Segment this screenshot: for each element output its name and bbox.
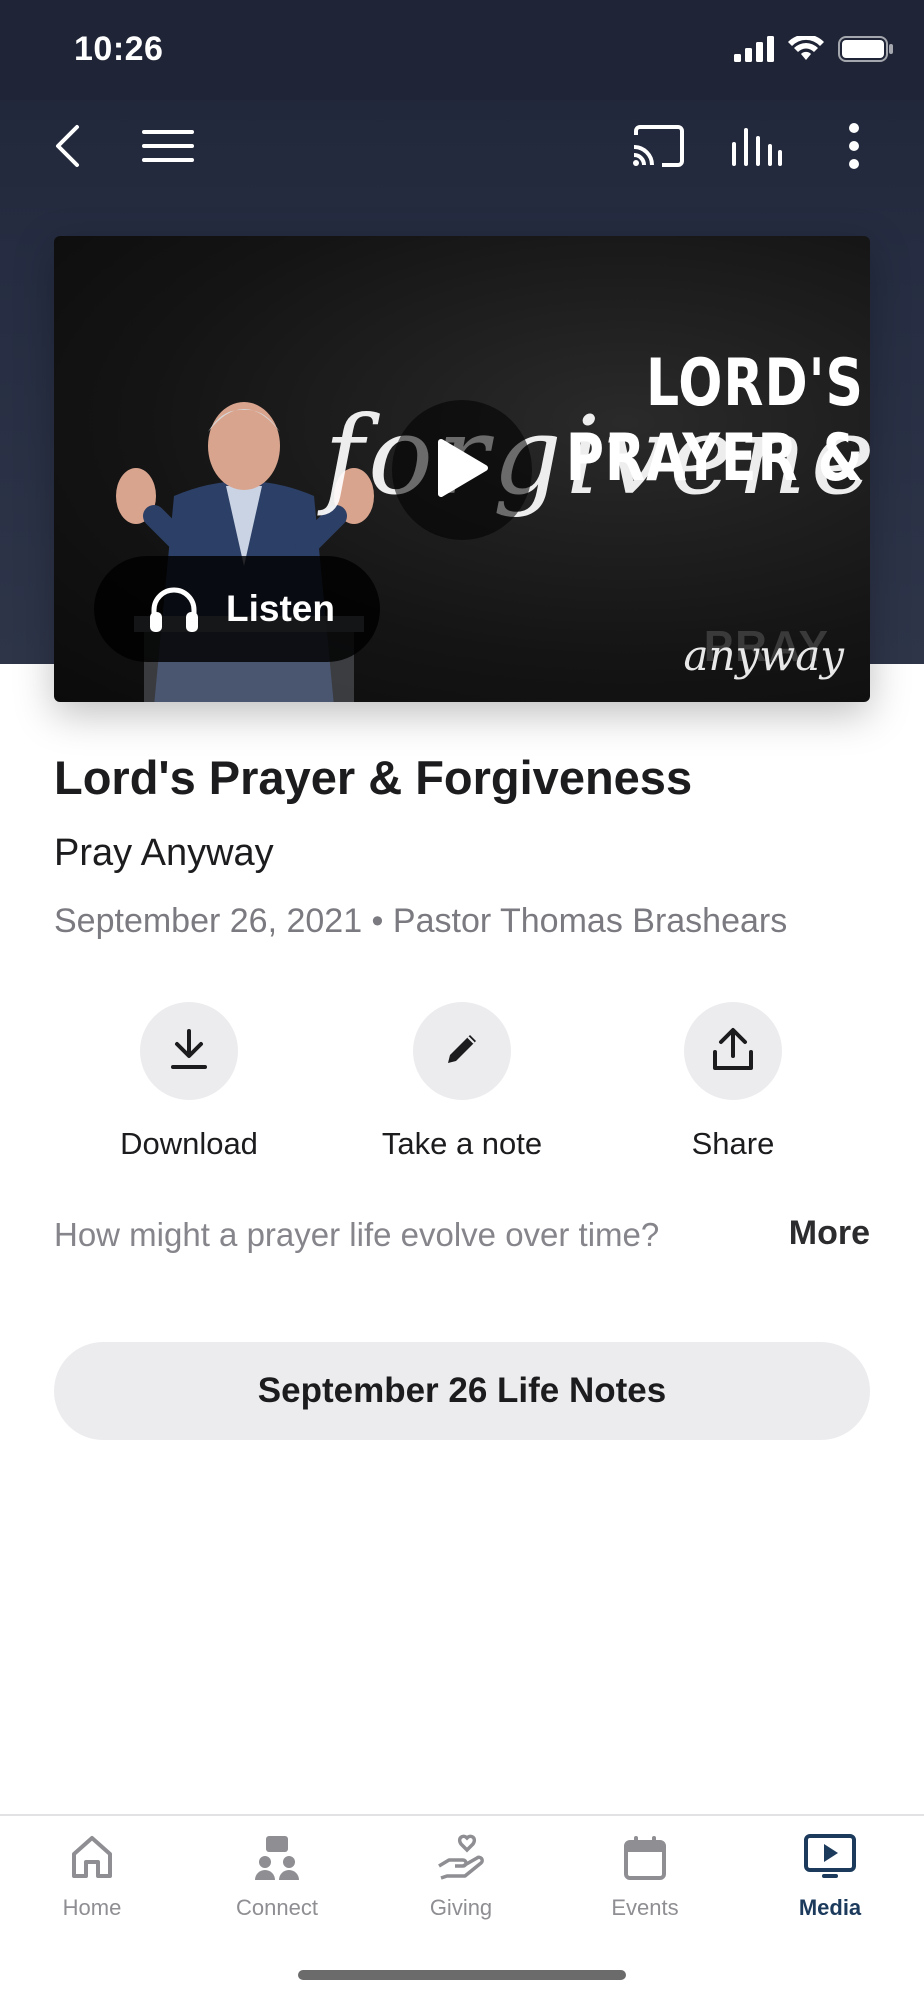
tab-home[interactable]: Home [17,1834,167,1921]
battery-icon [838,36,894,67]
tab-giving[interactable]: Giving [386,1834,536,1921]
listen-button[interactable]: Listen [94,556,380,662]
back-button[interactable] [36,118,100,178]
audio-levels-icon [730,126,782,171]
signal-icon [734,36,774,67]
take-note-button[interactable]: Take a note [332,1002,592,1162]
more-link[interactable]: More [789,1214,870,1253]
wifi-icon [788,34,824,67]
action-row: Download Take a note Share [0,1002,924,1172]
status-icons [734,34,894,67]
video-player[interactable]: LORD'S PRAYER & forgiveness PRAY anyway … [54,236,870,702]
chevron-left-icon [53,124,83,173]
share-circle [684,1002,782,1100]
sermon-series[interactable]: Pray Anyway [54,832,274,875]
tab-events-label: Events [611,1895,679,1920]
giving-icon [437,1834,485,1885]
play-icon [435,438,489,503]
status-time: 10:26 [74,30,164,68]
download-button[interactable]: Download [59,1002,319,1162]
download-icon [169,1027,209,1076]
video-brand: anyway [683,631,844,680]
sermon-title: Lord's Prayer & Forgiveness [54,751,693,804]
home-icon [70,1834,114,1885]
tab-connect-label: Connect [236,1895,318,1920]
take-note-circle [413,1002,511,1100]
tab-media-label: Media [798,1895,862,1920]
cast-button[interactable] [626,118,690,178]
listen-label: Listen [226,588,335,629]
headphones-icon [148,584,200,634]
download-circle [140,1002,238,1100]
play-button[interactable] [392,400,532,540]
share-label: Share [691,1126,775,1161]
menu-button[interactable] [136,118,200,178]
share-icon [711,1026,755,1077]
life-notes-button[interactable]: September 26 Life Notes [54,1342,870,1440]
share-button[interactable]: Share [603,1002,863,1162]
calendar-icon [623,1834,667,1885]
home-indicator [298,1970,626,1980]
vertical-dots-icon [848,122,860,175]
hamburger-menu-icon [142,128,194,169]
pencil-icon [442,1029,482,1074]
tab-media[interactable]: Media [755,1834,905,1921]
audio-levels-button[interactable] [724,118,788,178]
sermon-meta: September 26, 2021 • Pastor Thomas Brash… [54,902,788,940]
media-icon [804,1834,856,1885]
download-label: Download [120,1126,258,1161]
tab-home-label: Home [62,1895,122,1920]
connect-icon [254,1834,300,1885]
status-bar: 10:26 [0,0,924,100]
tab-connect[interactable]: Connect [202,1834,352,1921]
tab-events[interactable]: Events [570,1834,720,1921]
cast-icon [632,124,684,172]
more-options-button[interactable] [822,118,886,178]
sermon-description: How might a prayer life evolve over time… [54,1216,660,1253]
navigation-bar [0,100,924,196]
tab-giving-label: Giving [429,1895,493,1920]
take-note-label: Take a note [381,1126,543,1161]
